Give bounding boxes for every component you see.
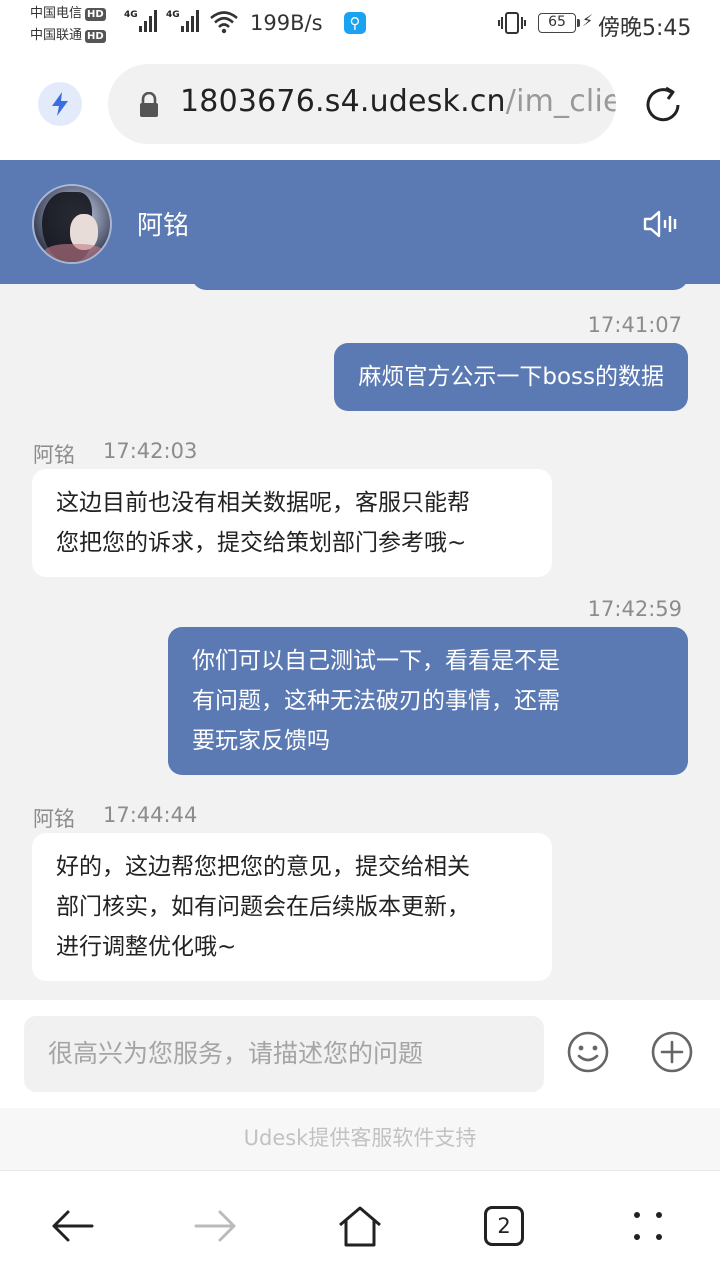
agent-message-bubble: 好的，这边帮您把您的意见，提交给相关 部门核实，如有问题会在后续版本更新， 进行… [32, 833, 552, 981]
message-list[interactable]: 17:41:07 麻烦官方公示一下boss的数据 阿铭 17:42:03 这边目… [0, 284, 720, 1000]
message-input[interactable]: 很高兴为您服务，请描述您的问题 [24, 1016, 544, 1092]
sender-name: 阿铭 [33, 807, 75, 831]
message-timestamp: 17:42:03 [103, 439, 198, 463]
battery-icon: 65 [538, 13, 580, 33]
message-timestamp: 17:44:44 [103, 803, 198, 827]
signal-icon: 4G [124, 10, 159, 32]
message-line: 您把您的诉求，提交给策划部门参考哦~ [56, 530, 467, 556]
agent-avatar[interactable] [32, 184, 112, 264]
tab-count: 2 [484, 1206, 524, 1246]
tabs-button[interactable]: 2 [479, 1201, 529, 1251]
add-attachment-icon[interactable] [650, 1030, 694, 1074]
net-speed: 199B/s [250, 11, 323, 35]
sound-icon[interactable] [642, 208, 680, 240]
menu-dots-icon [634, 1212, 662, 1240]
agent-message-bubble: 这边目前也没有相关数据呢，客服只能帮 您把您的诉求，提交给策划部门参考哦~ [32, 469, 552, 577]
carrier-1: 中国电信 [30, 6, 83, 21]
refresh-icon[interactable] [640, 82, 686, 128]
signal-icon: 4G [166, 10, 201, 32]
message-line: 你们可以自己测试一下，看看是不是 [192, 648, 560, 674]
message-text: 麻烦官方公示一下boss的数据 [358, 364, 664, 390]
charging-icon: ⚡ [582, 11, 594, 30]
message-line: 进行调整优化哦~ [56, 934, 237, 960]
url-text: 1803676.s4.udesk.cn/im_clie [180, 84, 616, 119]
status-time: 傍晚5:45 [598, 16, 692, 41]
agent-name: 阿铭 [137, 211, 190, 241]
message-timestamp: 17:42:59 [587, 597, 682, 621]
previous-message-bubble [192, 284, 688, 290]
status-bar: 中国电信 HD 中国联通 HD 4G 4G 199B/s ⚲ 65 ⚡ 傍晚5:45 [0, 0, 720, 50]
emoji-icon[interactable] [566, 1030, 610, 1074]
message-timestamp: 17:41:07 [587, 313, 682, 337]
address-bar[interactable]: 1803676.s4.udesk.cn/im_clie [108, 64, 616, 144]
carrier-2: 中国联通 [30, 28, 83, 43]
menu-button[interactable] [623, 1201, 673, 1251]
home-button[interactable] [335, 1201, 385, 1251]
browser-nav-bar: 2 [0, 1170, 720, 1280]
wifi-icon [210, 11, 238, 34]
message-line: 这边目前也没有相关数据呢，客服只能帮 [56, 490, 470, 516]
forward-button[interactable] [191, 1201, 241, 1251]
lightning-icon[interactable] [38, 82, 82, 126]
user-message-bubble: 麻烦官方公示一下boss的数据 [334, 343, 688, 411]
message-line: 有问题，这种无法破刃的事情，还需 [192, 688, 560, 714]
chat-header: 阿铭 [0, 160, 720, 284]
sender-name: 阿铭 [33, 443, 75, 467]
message-meta: 阿铭 17:42:03 [33, 439, 197, 469]
lock-icon [140, 92, 158, 117]
network-type: 4G [166, 10, 180, 20]
hd-badge: HD [85, 7, 106, 21]
home-icon [339, 1206, 381, 1247]
hd-badge: HD [85, 29, 106, 43]
back-button[interactable] [47, 1201, 97, 1251]
powered-by-footer: Udesk提供客服软件支持 [0, 1108, 720, 1170]
message-line: 要玩家反馈吗 [192, 728, 330, 754]
search-app-icon: ⚲ [344, 12, 366, 34]
browser-toolbar: 1803676.s4.udesk.cn/im_clie [0, 50, 720, 160]
arrow-right-icon [194, 1210, 236, 1242]
composer: 很高兴为您服务，请描述您的问题 [0, 1000, 720, 1108]
message-line: 好的，这边帮您把您的意见，提交给相关 [56, 854, 470, 880]
message-meta: 阿铭 17:44:44 [33, 803, 197, 833]
vibrate-icon [498, 12, 526, 34]
network-type: 4G [124, 10, 138, 20]
user-message-bubble: 你们可以自己测试一下，看看是不是 有问题，这种无法破刃的事情，还需 要玩家反馈吗 [168, 627, 688, 775]
carrier-info: 中国电信 HD 中国联通 HD [30, 3, 106, 47]
message-line: 部门核实，如有问题会在后续版本更新， [56, 894, 470, 920]
arrow-left-icon [52, 1210, 94, 1242]
